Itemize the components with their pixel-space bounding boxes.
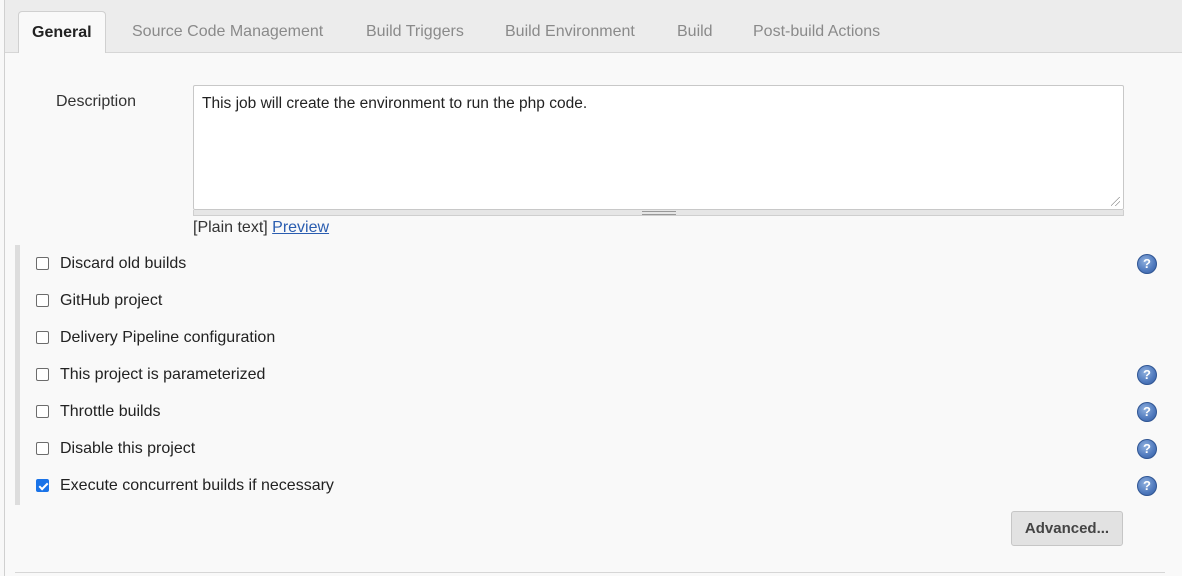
tab-bar: General Source Code Management Build Tri… [5,0,1182,53]
option-delivery-pipeline[interactable]: Delivery Pipeline configuration [36,329,1156,351]
config-page: General Source Code Management Build Tri… [4,0,1182,576]
option-parameterized[interactable]: This project is parameterized [36,366,1156,388]
option-label: Discard old builds [60,255,187,272]
option-throttle-builds[interactable]: Throttle builds [36,403,1156,425]
tab-general[interactable]: General [18,11,106,53]
plain-text-label: [Plain text] [193,219,268,236]
description-text: This job will create the environment to … [202,95,588,112]
tab-build-environment[interactable]: Build Environment [505,14,635,52]
option-github-project[interactable]: GitHub project [36,292,1156,314]
discard-old-builds-checkbox[interactable] [36,257,49,270]
discard-old-builds-help-icon[interactable]: ? [1137,254,1157,274]
option-label: Disable this project [60,440,196,457]
option-concurrent-builds[interactable]: Execute concurrent builds if necessary [36,477,1156,499]
throttle-builds-checkbox[interactable] [36,405,49,418]
parameterized-checkbox[interactable] [36,368,49,381]
github-project-checkbox[interactable] [36,294,49,307]
advanced-button[interactable]: Advanced... [1011,511,1123,546]
option-label: GitHub project [60,292,163,309]
preview-link[interactable]: Preview [272,219,329,236]
tab-source-code-management[interactable]: Source Code Management [132,14,323,52]
option-label: This project is parameterized [60,366,266,383]
textarea-resize-bar[interactable] [193,210,1124,216]
throttle-builds-help-icon[interactable]: ? [1137,402,1157,422]
resize-handle-icon[interactable] [642,211,676,215]
option-label: Throttle builds [60,403,161,420]
format-line: [Plain text] Preview [193,219,329,237]
option-disable-project[interactable]: Disable this project [36,440,1156,462]
option-discard-old-builds[interactable]: Discard old builds [36,255,1156,277]
delivery-pipeline-checkbox[interactable] [36,331,49,344]
parameterized-help-icon[interactable]: ? [1137,365,1157,385]
concurrent-builds-help-icon[interactable]: ? [1137,476,1157,496]
option-label: Delivery Pipeline configuration [60,329,276,346]
disable-project-help-icon[interactable]: ? [1137,439,1157,459]
description-textarea[interactable]: This job will create the environment to … [193,85,1124,210]
options-section: Discard old builds ? GitHub project Deli… [15,245,1170,505]
resize-grip-icon[interactable] [1111,197,1120,206]
tab-post-build-actions[interactable]: Post-build Actions [753,14,880,52]
tab-build[interactable]: Build [677,14,713,52]
concurrent-builds-checkbox[interactable] [36,479,49,492]
section-divider [15,572,1165,573]
tab-build-triggers[interactable]: Build Triggers [366,14,464,52]
description-label: Description [56,93,137,110]
option-label: Execute concurrent builds if necessary [60,477,334,494]
disable-project-checkbox[interactable] [36,442,49,455]
